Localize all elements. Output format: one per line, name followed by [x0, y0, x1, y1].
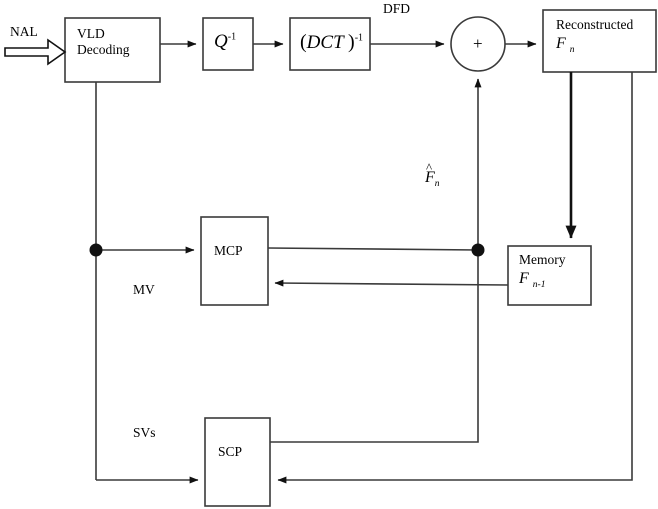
edge-memory-to-mcp — [274, 279, 509, 287]
nal-input-arrow — [4, 38, 67, 66]
junction-dot-prediction — [471, 243, 485, 257]
junction-dot-mv — [89, 243, 103, 257]
inverse-quantization-block — [202, 17, 254, 71]
mcp-block — [200, 216, 269, 306]
block-diagram: NAL VLD Decoding Q-1 (DCT )-1 DFD + Reco… — [0, 0, 658, 509]
reconstructed-frame-block — [542, 9, 657, 73]
inverse-dct-block — [289, 17, 371, 71]
edge-scp-to-junction — [270, 250, 479, 443]
edge-reconstructed-to-scp — [277, 72, 633, 484]
scp-block — [204, 417, 271, 507]
vld-decoding-block — [64, 17, 161, 83]
memory-block — [507, 245, 592, 306]
diagram-connectors — [4, 9, 657, 507]
adder-node — [450, 16, 506, 72]
edge-mcp-to-junction — [267, 247, 479, 251]
